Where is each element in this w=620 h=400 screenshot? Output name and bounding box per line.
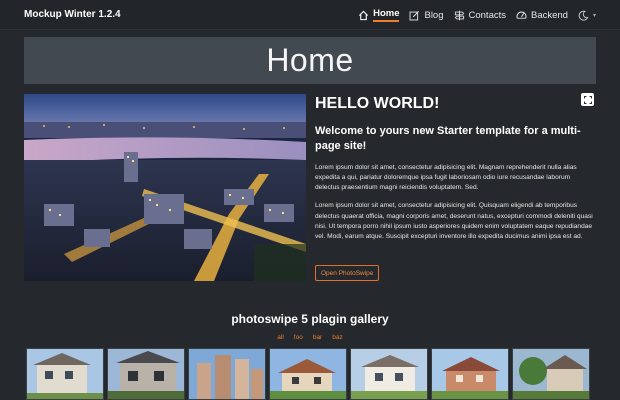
main-heading: HELLO WORLD! — [315, 95, 440, 112]
intro-paragraph: Lorem ipsum dolor sit amet, consectetur … — [315, 163, 577, 192]
main-subheading: Welcome to yours new Starter template fo… — [315, 125, 581, 152]
nav-item-contacts[interactable]: Contacts — [454, 7, 507, 23]
filter-foo[interactable]: foo — [294, 334, 303, 341]
nav-label-backend: Backend — [531, 9, 568, 21]
moon-icon — [578, 10, 589, 21]
gallery-thumbnails — [26, 348, 590, 400]
navbar: Mockup Winter 1.2.4 Home Blog Contacts B… — [0, 0, 620, 30]
gallery-thumbnail[interactable] — [350, 348, 428, 400]
gallery-filters: all foo bar baz — [0, 334, 620, 341]
gallery-thumbnail[interactable] — [188, 348, 266, 400]
gallery-thumbnail[interactable] — [107, 348, 185, 400]
edit-icon — [409, 10, 420, 21]
nav-label-contacts: Contacts — [468, 9, 507, 21]
open-photoswipe-button[interactable]: Open PhotoSwipe — [315, 265, 380, 281]
gallery-thumbnail[interactable] — [431, 348, 509, 400]
nav-item-blog[interactable]: Blog — [409, 7, 444, 23]
filter-all[interactable]: all — [277, 334, 284, 341]
nav-label-blog: Blog — [424, 9, 444, 21]
filter-bar[interactable]: bar — [313, 334, 322, 341]
nav-item-backend[interactable]: Backend — [516, 7, 568, 23]
city-night-image — [24, 94, 306, 281]
filter-baz[interactable]: baz — [332, 334, 342, 341]
speedometer-icon — [516, 10, 527, 21]
intro-section: HELLO WORLD! Welcome to yours new Starte… — [315, 94, 595, 242]
home-icon — [358, 10, 369, 21]
page-hero: Home — [24, 37, 596, 84]
signpost-icon — [454, 10, 465, 21]
gallery-thumbnail[interactable] — [26, 348, 104, 400]
nav-item-home[interactable]: Home — [358, 7, 400, 23]
brand-link[interactable]: Mockup Winter 1.2.4 — [24, 9, 121, 20]
fullscreen-button[interactable] — [581, 93, 594, 106]
gallery-title: photoswipe 5 plagin gallery — [231, 312, 389, 326]
theme-toggle[interactable]: ▾ — [578, 7, 596, 23]
chevron-down-icon: ▾ — [592, 12, 596, 19]
gallery-thumbnail[interactable] — [269, 348, 347, 400]
intro-paragraph: Lorem ipsum dolor sit amet, consectetur … — [315, 202, 593, 240]
gallery-thumbnail[interactable] — [512, 348, 590, 400]
nav-label-home: Home — [373, 8, 400, 22]
main-nav: Home Blog Contacts Backend ▾ — [358, 7, 596, 23]
fullscreen-icon — [583, 91, 592, 109]
page-title: Home — [266, 42, 354, 78]
